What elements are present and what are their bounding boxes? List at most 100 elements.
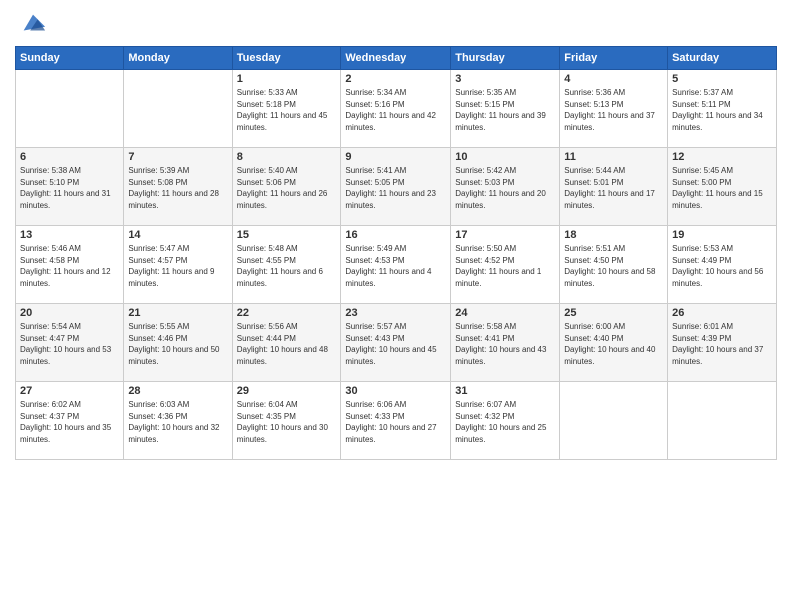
calendar-cell: [124, 70, 232, 148]
day-number: 30: [345, 385, 446, 397]
day-of-week-sunday: Sunday: [16, 47, 124, 70]
calendar-cell: 20 Sunrise: 5:54 AM Sunset: 4:47 PM Dayli…: [16, 304, 124, 382]
calendar-header: SundayMondayTuesdayWednesdayThursdayFrid…: [16, 47, 777, 70]
day-number: 21: [128, 307, 227, 319]
calendar-cell: 27Sunrise: 6:02 AM Sunset: 4:37 PM Dayli…: [16, 382, 124, 460]
calendar-cell: 1 Sunrise: 5:33 AM Sunset: 5:18 PM Daylig…: [232, 70, 341, 148]
calendar-cell: [16, 70, 124, 148]
day-detail: Sunrise: 5:38 AM Sunset: 5:10 PM Dayligh…: [20, 166, 111, 210]
day-number: 16: [345, 229, 446, 241]
calendar-cell: 9 Sunrise: 5:41 AM Sunset: 5:05 PM Daylig…: [341, 148, 451, 226]
day-number: 10: [455, 151, 555, 163]
day-of-week-monday: Monday: [124, 47, 232, 70]
calendar-body: 1 Sunrise: 5:33 AM Sunset: 5:18 PM Daylig…: [16, 70, 777, 460]
day-detail: Sunrise: 5:45 AM Sunset: 5:00 PM Dayligh…: [672, 166, 763, 210]
day-number: 7: [128, 151, 227, 163]
calendar-cell: 24Sunrise: 5:58 AM Sunset: 4:41 PM Dayli…: [451, 304, 560, 382]
calendar-cell: 14 Sunrise: 5:47 AM Sunset: 4:57 PM Dayli…: [124, 226, 232, 304]
calendar-cell: 18Sunrise: 5:51 AM Sunset: 4:50 PM Dayli…: [560, 226, 668, 304]
day-number: 28: [128, 385, 227, 397]
calendar-cell: 8Sunrise: 5:40 AM Sunset: 5:06 PM Daylig…: [232, 148, 341, 226]
calendar-cell: 19Sunrise: 5:53 AM Sunset: 4:49 PM Dayli…: [668, 226, 777, 304]
day-detail: Sunrise: 5:48 AM Sunset: 4:55 PM Dayligh…: [237, 244, 323, 288]
calendar-week-1: 1 Sunrise: 5:33 AM Sunset: 5:18 PM Daylig…: [16, 70, 777, 148]
days-of-week-row: SundayMondayTuesdayWednesdayThursdayFrid…: [16, 47, 777, 70]
day-detail: Sunrise: 5:42 AM Sunset: 5:03 PM Dayligh…: [455, 166, 546, 210]
day-number: 15: [237, 229, 337, 241]
day-number: 9: [345, 151, 446, 163]
calendar-week-5: 27Sunrise: 6:02 AM Sunset: 4:37 PM Dayli…: [16, 382, 777, 460]
calendar-cell: 25 Sunrise: 6:00 AM Sunset: 4:40 PM Dayli…: [560, 304, 668, 382]
day-number: 25: [564, 307, 663, 319]
day-number: 2: [345, 73, 446, 85]
day-detail: Sunrise: 5:46 AM Sunset: 4:58 PM Dayligh…: [20, 244, 111, 288]
calendar-cell: [668, 382, 777, 460]
calendar-cell: 3 Sunrise: 5:35 AM Sunset: 5:15 PM Daylig…: [451, 70, 560, 148]
day-detail: Sunrise: 5:39 AM Sunset: 5:08 PM Dayligh…: [128, 166, 219, 210]
calendar-cell: 10 Sunrise: 5:42 AM Sunset: 5:03 PM Dayli…: [451, 148, 560, 226]
day-number: 4: [564, 73, 663, 85]
day-number: 18: [564, 229, 663, 241]
day-number: 22: [237, 307, 337, 319]
day-of-week-wednesday: Wednesday: [341, 47, 451, 70]
day-detail: Sunrise: 5:37 AM Sunset: 5:11 PM Dayligh…: [672, 88, 763, 132]
calendar-cell: 12 Sunrise: 5:45 AM Sunset: 5:00 PM Dayli…: [668, 148, 777, 226]
day-detail: Sunrise: 6:02 AM Sunset: 4:37 PM Dayligh…: [20, 400, 111, 444]
calendar-week-4: 20 Sunrise: 5:54 AM Sunset: 4:47 PM Dayli…: [16, 304, 777, 382]
calendar-cell: 28 Sunrise: 6:03 AM Sunset: 4:36 PM Dayli…: [124, 382, 232, 460]
day-number: 20: [20, 307, 119, 319]
day-number: 3: [455, 73, 555, 85]
calendar-container: SundayMondayTuesdayWednesdayThursdayFrid…: [0, 0, 792, 612]
calendar-cell: 29Sunrise: 6:04 AM Sunset: 4:35 PM Dayli…: [232, 382, 341, 460]
day-number: 26: [672, 307, 772, 319]
header: [15, 10, 777, 38]
day-detail: Sunrise: 5:54 AM Sunset: 4:47 PM Dayligh…: [20, 322, 111, 366]
calendar-cell: 7 Sunrise: 5:39 AM Sunset: 5:08 PM Daylig…: [124, 148, 232, 226]
day-detail: Sunrise: 5:49 AM Sunset: 4:53 PM Dayligh…: [345, 244, 431, 288]
calendar-cell: 26 Sunrise: 6:01 AM Sunset: 4:39 PM Dayli…: [668, 304, 777, 382]
day-of-week-saturday: Saturday: [668, 47, 777, 70]
day-detail: Sunrise: 6:00 AM Sunset: 4:40 PM Dayligh…: [564, 322, 655, 366]
calendar-cell: 4 Sunrise: 5:36 AM Sunset: 5:13 PM Daylig…: [560, 70, 668, 148]
day-detail: Sunrise: 5:53 AM Sunset: 4:49 PM Dayligh…: [672, 244, 763, 288]
day-number: 23: [345, 307, 446, 319]
day-detail: Sunrise: 5:36 AM Sunset: 5:13 PM Dayligh…: [564, 88, 655, 132]
calendar-cell: 30 Sunrise: 6:06 AM Sunset: 4:33 PM Dayli…: [341, 382, 451, 460]
day-number: 14: [128, 229, 227, 241]
day-detail: Sunrise: 6:07 AM Sunset: 4:32 PM Dayligh…: [455, 400, 546, 444]
day-detail: Sunrise: 5:44 AM Sunset: 5:01 PM Dayligh…: [564, 166, 655, 210]
day-detail: Sunrise: 6:06 AM Sunset: 4:33 PM Dayligh…: [345, 400, 436, 444]
day-detail: Sunrise: 5:55 AM Sunset: 4:46 PM Dayligh…: [128, 322, 219, 366]
day-number: 6: [20, 151, 119, 163]
calendar-cell: 17Sunrise: 5:50 AM Sunset: 4:52 PM Dayli…: [451, 226, 560, 304]
day-detail: Sunrise: 6:03 AM Sunset: 4:36 PM Dayligh…: [128, 400, 219, 444]
day-detail: Sunrise: 5:35 AM Sunset: 5:15 PM Dayligh…: [455, 88, 546, 132]
calendar-week-3: 13 Sunrise: 5:46 AM Sunset: 4:58 PM Dayli…: [16, 226, 777, 304]
day-detail: Sunrise: 5:33 AM Sunset: 5:18 PM Dayligh…: [237, 88, 328, 132]
day-number: 8: [237, 151, 337, 163]
calendar-table: SundayMondayTuesdayWednesdayThursdayFrid…: [15, 46, 777, 460]
calendar-cell: 6 Sunrise: 5:38 AM Sunset: 5:10 PM Daylig…: [16, 148, 124, 226]
calendar-cell: 23 Sunrise: 5:57 AM Sunset: 4:43 PM Dayli…: [341, 304, 451, 382]
day-number: 1: [237, 73, 337, 85]
day-detail: Sunrise: 5:41 AM Sunset: 5:05 PM Dayligh…: [345, 166, 436, 210]
day-detail: Sunrise: 5:47 AM Sunset: 4:57 PM Dayligh…: [128, 244, 214, 288]
calendar-week-2: 6 Sunrise: 5:38 AM Sunset: 5:10 PM Daylig…: [16, 148, 777, 226]
day-detail: Sunrise: 5:56 AM Sunset: 4:44 PM Dayligh…: [237, 322, 328, 366]
day-detail: Sunrise: 5:34 AM Sunset: 5:16 PM Dayligh…: [345, 88, 436, 132]
day-number: 17: [455, 229, 555, 241]
day-of-week-friday: Friday: [560, 47, 668, 70]
day-number: 12: [672, 151, 772, 163]
logo-icon: [19, 10, 47, 38]
day-detail: Sunrise: 6:04 AM Sunset: 4:35 PM Dayligh…: [237, 400, 328, 444]
day-detail: Sunrise: 5:57 AM Sunset: 4:43 PM Dayligh…: [345, 322, 436, 366]
day-number: 31: [455, 385, 555, 397]
day-number: 13: [20, 229, 119, 241]
calendar-cell: 21 Sunrise: 5:55 AM Sunset: 4:46 PM Dayli…: [124, 304, 232, 382]
logo: [15, 10, 47, 38]
day-detail: Sunrise: 6:01 AM Sunset: 4:39 PM Dayligh…: [672, 322, 763, 366]
day-number: 11: [564, 151, 663, 163]
calendar-cell: 31 Sunrise: 6:07 AM Sunset: 4:32 PM Dayli…: [451, 382, 560, 460]
calendar-cell: 11 Sunrise: 5:44 AM Sunset: 5:01 PM Dayli…: [560, 148, 668, 226]
calendar-cell: 5Sunrise: 5:37 AM Sunset: 5:11 PM Daylig…: [668, 70, 777, 148]
